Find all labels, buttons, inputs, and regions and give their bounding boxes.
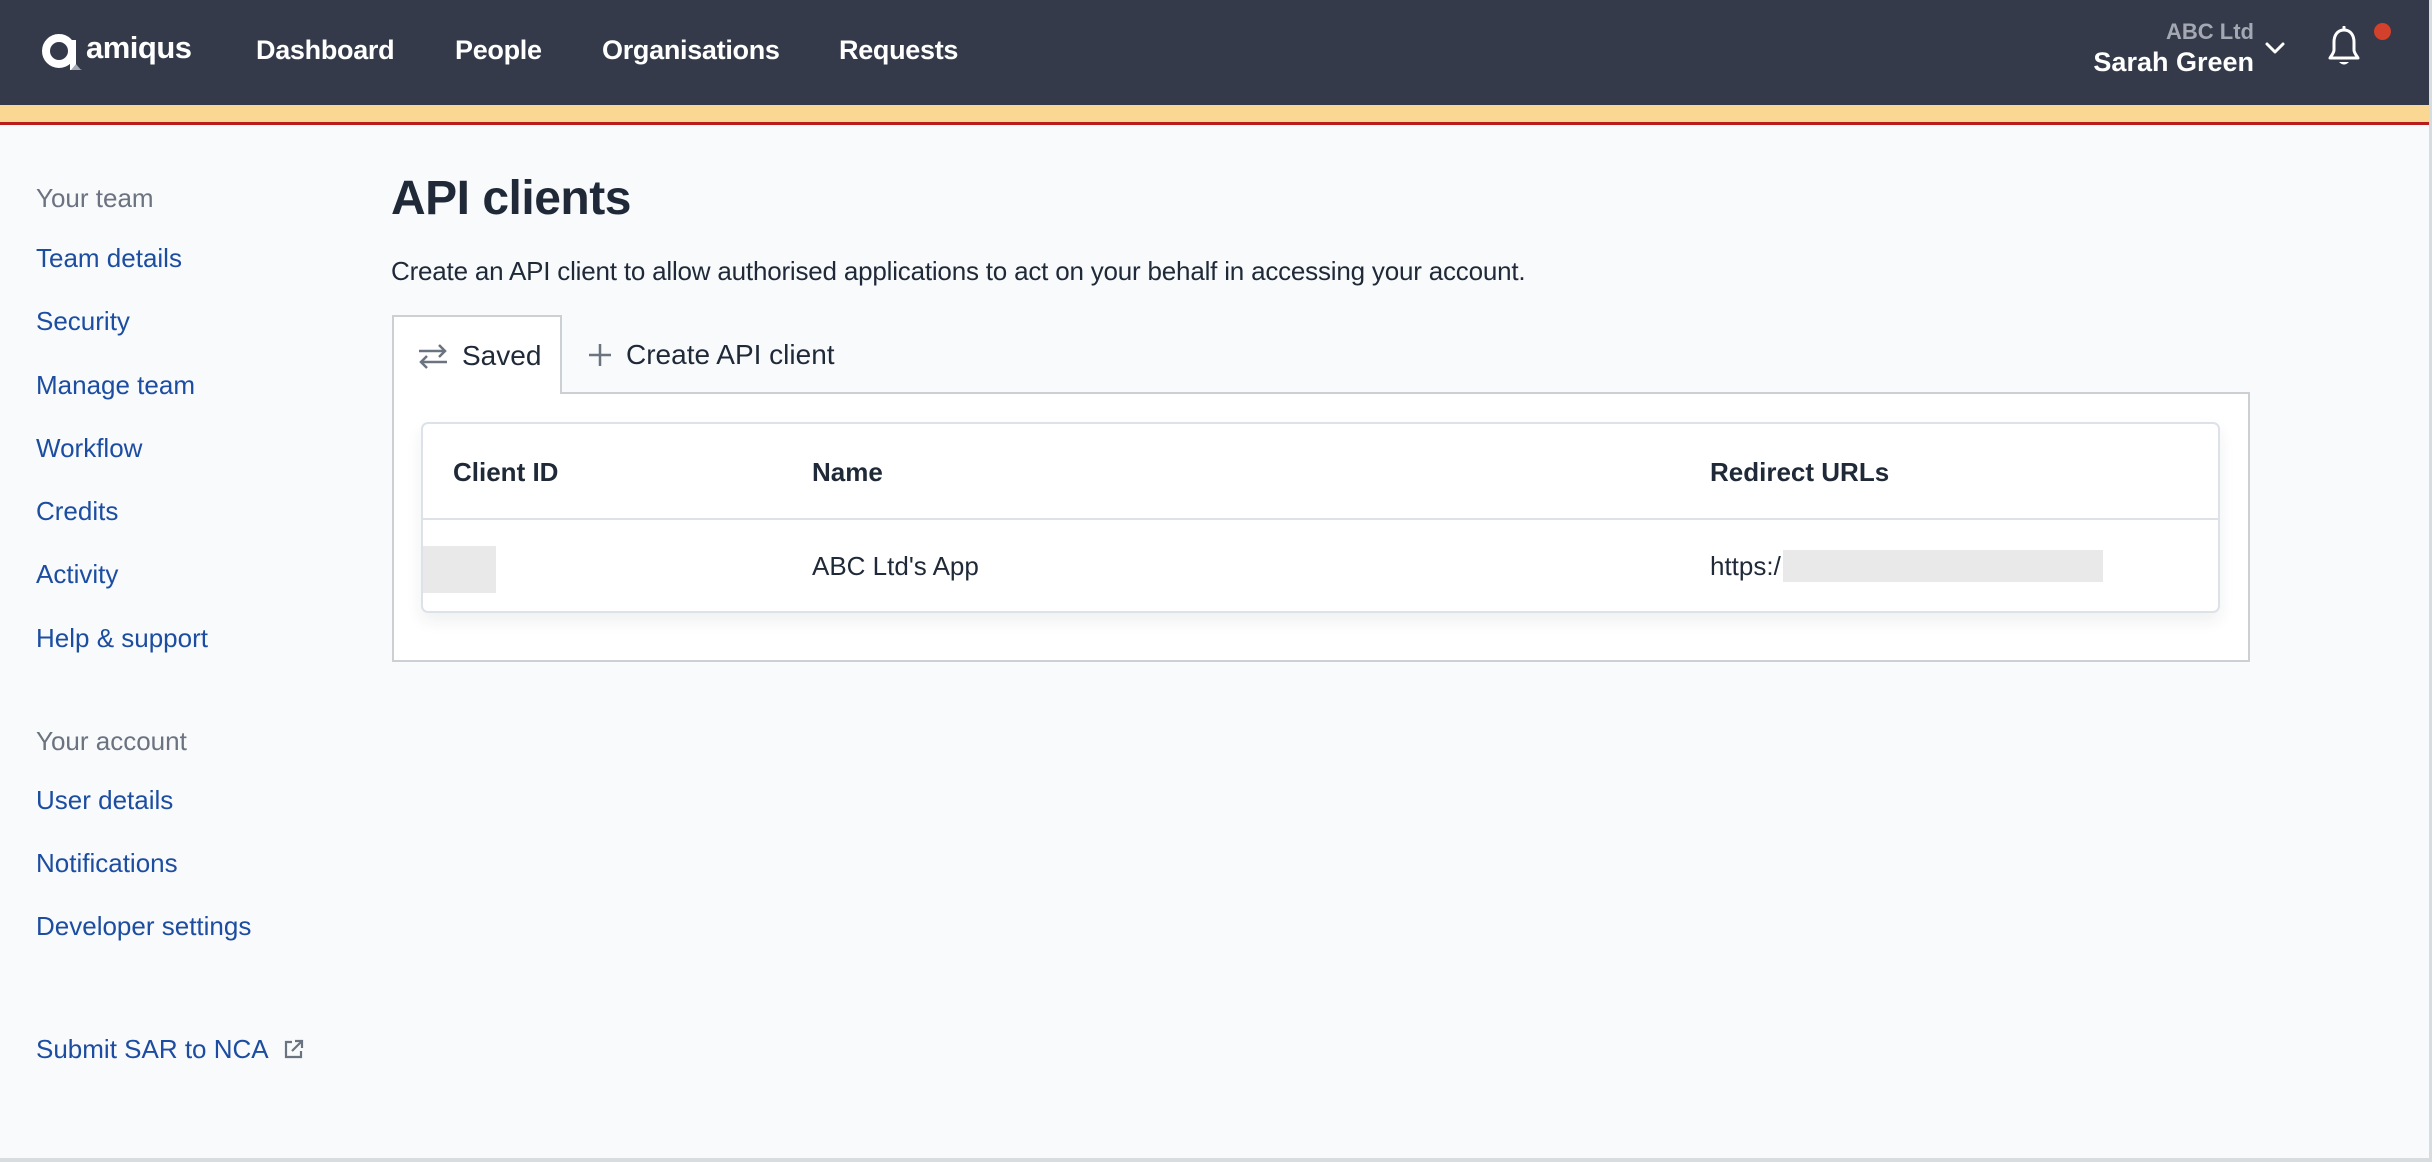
sidebar-item-activity[interactable]: Activity bbox=[36, 556, 118, 592]
sidebar-item-developer-settings[interactable]: Developer settings bbox=[36, 908, 251, 944]
column-header-client-id: Client ID bbox=[453, 457, 559, 487]
chevron-down-icon[interactable] bbox=[2264, 40, 2286, 56]
nav-organisations[interactable]: Organisations bbox=[602, 30, 780, 70]
sidebar-item-credits[interactable]: Credits bbox=[36, 493, 118, 529]
sidebar-item-team-details[interactable]: Team details bbox=[36, 240, 182, 276]
tab-create-api-client[interactable]: Create API client bbox=[584, 315, 835, 394]
amiqus-logo-icon bbox=[42, 34, 82, 70]
column-header-redirect-urls: Redirect URLs bbox=[1710, 457, 1890, 487]
submit-sar-label: Submit SAR to NCA bbox=[36, 1034, 269, 1064]
sidebar-item-help-support[interactable]: Help & support bbox=[36, 620, 208, 656]
table-header: Client ID Name Redirect URLs bbox=[423, 424, 2218, 520]
nav-dashboard[interactable]: Dashboard bbox=[256, 30, 395, 70]
bell-icon[interactable] bbox=[2326, 26, 2362, 68]
external-link-icon bbox=[284, 1039, 303, 1059]
sidebar-item-user-details[interactable]: User details bbox=[36, 782, 173, 818]
column-header-name: Name bbox=[812, 457, 883, 487]
nav-people[interactable]: People bbox=[455, 30, 542, 70]
account-organisation: ABC Ltd bbox=[2166, 19, 2254, 44]
plus-icon bbox=[589, 343, 611, 366]
sidebar-item-workflow[interactable]: Workflow bbox=[36, 430, 142, 466]
sidebar-heading-your-account: Your account bbox=[36, 726, 187, 756]
table-row[interactable]: ABC Ltd's App https:/ bbox=[423, 520, 2218, 611]
banner-stripe bbox=[0, 105, 2432, 125]
logo-text: amiqus bbox=[86, 30, 192, 65]
nav-requests[interactable]: Requests bbox=[839, 30, 958, 70]
amiqus-logo[interactable]: amiqus bbox=[40, 30, 192, 72]
page-description: Create an API client to allow authorised… bbox=[391, 256, 1526, 286]
account-switcher[interactable]: ABC Ltd Sarah Green bbox=[2093, 18, 2254, 78]
page-title: API clients bbox=[391, 172, 631, 225]
account-user-name: Sarah Green bbox=[2093, 47, 2254, 77]
tab-saved-label: Saved bbox=[462, 339, 542, 371]
client-id-redacted bbox=[423, 546, 496, 593]
client-name-cell: ABC Ltd's App bbox=[812, 551, 979, 581]
redirect-url-prefix: https:/ bbox=[1710, 551, 1781, 581]
sidebar-link-submit-sar[interactable]: Submit SAR to NCA bbox=[36, 1031, 305, 1067]
tab-saved[interactable]: Saved bbox=[392, 315, 562, 394]
sidebar-item-notifications[interactable]: Notifications bbox=[36, 845, 178, 881]
sidebar-item-security[interactable]: Security bbox=[36, 303, 130, 339]
notification-dot bbox=[2374, 23, 2391, 40]
api-clients-table: Client ID Name Redirect URLs ABC Ltd's A… bbox=[421, 422, 2220, 613]
top-navbar: amiqus Dashboard People Organisations Re… bbox=[0, 0, 2432, 105]
sidebar-heading-your-team: Your team bbox=[36, 183, 154, 213]
tab-create-label: Create API client bbox=[626, 338, 835, 370]
redirect-url-redacted bbox=[1782, 550, 2103, 582]
sidebar-item-manage-team[interactable]: Manage team bbox=[36, 367, 195, 403]
redirect-url-cell: https:/ bbox=[1710, 548, 2103, 584]
swap-arrows-icon bbox=[419, 343, 447, 369]
